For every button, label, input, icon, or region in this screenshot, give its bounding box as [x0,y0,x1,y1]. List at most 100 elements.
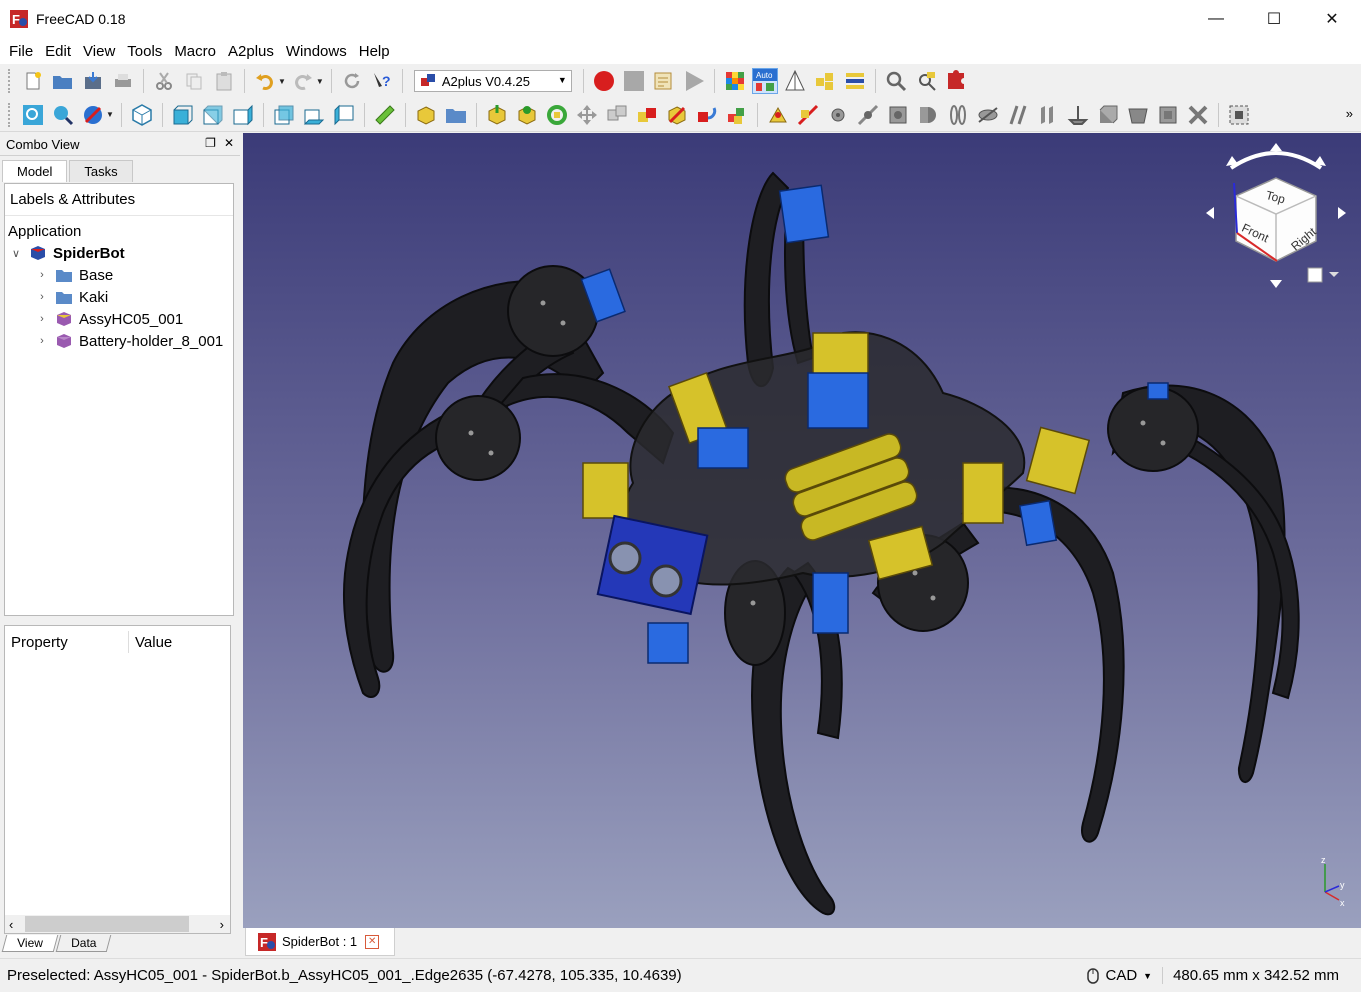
chevron-right-icon[interactable]: › [35,335,49,347]
auto-solve-toggle[interactable]: Auto [751,68,778,94]
menu-tools[interactable]: Tools [122,43,167,60]
draw-style-dropdown-arrow[interactable]: ▼ [106,110,114,119]
close-panel-icon[interactable]: ✕ [224,136,234,150]
tab-model[interactable]: Model [2,160,68,182]
a2p-tolerance-button[interactable] [782,68,808,94]
menu-a2plus[interactable]: A2plus [223,43,279,60]
spiderbot-model[interactable] [243,133,1361,928]
navigation-style-selector[interactable]: CAD ▼ [1087,967,1164,984]
view-right-button[interactable] [230,102,256,128]
a2p-point-on-plane-button[interactable] [825,102,851,128]
a2p-planes-parallel-button[interactable] [1035,102,1061,128]
tree-item-battery-holder[interactable]: › Battery-holder_8_001 [5,330,233,352]
menu-edit[interactable]: Edit [40,43,76,60]
menu-windows[interactable]: Windows [281,43,352,60]
view-left-button[interactable] [331,102,357,128]
macro-edit-button[interactable] [651,68,677,94]
document-tab-spiderbot[interactable]: F SpiderBot : 1 ✕ [245,928,395,956]
menu-view[interactable]: View [78,43,120,60]
minimize-button[interactable]: — [1187,0,1245,38]
arrow-up-icon[interactable] [1270,143,1282,151]
a2p-save-and-exit-button[interactable] [694,102,720,128]
fit-selection-button[interactable] [50,102,76,128]
view-menu-cube-icon[interactable] [1307,267,1323,283]
a2p-convert-part-button[interactable] [664,102,690,128]
tree-item-base[interactable]: › Base [5,264,233,286]
a2p-rubik-button[interactable] [722,68,748,94]
a2p-center-of-mass-button[interactable] [1125,102,1151,128]
arrow-right-icon[interactable] [1338,207,1346,219]
a2p-parts-list-button[interactable] [812,68,838,94]
a2p-constraint-viewer-button[interactable] [1226,102,1252,128]
a2p-delete-constraints-button[interactable] [1185,102,1211,128]
a2p-axis-plane-parallel-button[interactable] [975,102,1001,128]
a2p-inspect-button[interactable] [883,68,909,94]
paste-button[interactable] [211,68,237,94]
scrollbar-thumb[interactable] [25,916,189,932]
view-top-button[interactable] [200,102,226,128]
save-button[interactable] [80,68,106,94]
macro-stop-button[interactable] [621,68,647,94]
a2p-sphere-center-button[interactable] [855,102,881,128]
new-document-button[interactable] [20,68,46,94]
draw-style-button[interactable] [80,102,106,128]
a2p-angled-plane-button[interactable] [1095,102,1121,128]
fit-all-button[interactable] [20,102,46,128]
tab-view[interactable]: View [1,935,59,952]
a2p-angled-planes-button[interactable] [1005,102,1031,128]
macro-execute-button[interactable] [681,68,707,94]
redo-button[interactable] [290,68,316,94]
a2p-degrees-of-freedom-button[interactable] [913,68,939,94]
view-bottom-button[interactable] [301,102,327,128]
view-rear-button[interactable] [271,102,297,128]
tree-item-kaki[interactable]: › Kaki [5,286,233,308]
a2p-axial-alignment-button[interactable] [915,102,941,128]
a2p-move-part-button[interactable] [574,102,600,128]
a2p-point-on-line-button[interactable] [795,102,821,128]
a2p-import-part-button[interactable] [484,102,510,128]
a2p-flip-constraint-button[interactable] [1155,102,1181,128]
measure-distance-button[interactable] [372,102,398,128]
a2p-open-file-button[interactable] [443,102,469,128]
a2p-show-connected-button[interactable] [943,68,969,94]
scroll-right-icon[interactable]: › [220,917,224,932]
maximize-button[interactable]: ☐ [1245,0,1303,38]
workbench-selector[interactable]: A2plus V0.4.25 ▼ [413,70,572,92]
toolbar-overflow-icon[interactable]: » [1346,106,1353,121]
chevron-right-icon[interactable]: › [35,313,49,325]
a2p-recompute-button[interactable] [544,102,570,128]
print-button[interactable] [110,68,136,94]
a2p-edit-part-button[interactable] [634,102,660,128]
undo-button[interactable] [252,68,278,94]
menu-macro[interactable]: Macro [169,43,221,60]
redo-dropdown-arrow[interactable]: ▼ [316,77,324,86]
chevron-right-icon[interactable]: › [35,291,49,303]
close-button[interactable]: ✕ [1303,0,1361,38]
refresh-button[interactable] [339,68,365,94]
toolbar-grip[interactable] [8,69,12,93]
view-front-button[interactable] [170,102,196,128]
undock-icon[interactable]: ❐ [205,136,216,150]
undo-dropdown-arrow[interactable]: ▼ [278,77,286,86]
tab-tasks[interactable]: Tasks [69,160,133,182]
arrow-left-icon[interactable] [1206,207,1214,219]
a2p-axis-parallel-button[interactable] [945,102,971,128]
tree-document-row[interactable]: ∨ SpiderBot [5,242,233,264]
a2p-plane-coincident-button[interactable] [1065,102,1091,128]
view-isometric-button[interactable] [129,102,155,128]
macro-record-button[interactable] [591,68,617,94]
menu-help[interactable]: Help [354,43,395,60]
chevron-right-icon[interactable]: › [35,269,49,281]
scroll-left-icon[interactable]: ‹ [9,917,13,932]
a2p-duplicate-part-button[interactable] [604,102,630,128]
close-tab-icon[interactable]: ✕ [365,934,380,949]
open-button[interactable] [50,68,76,94]
tree-item-assyhc05[interactable]: › AssyHC05_001 [5,308,233,330]
horizontal-scrollbar[interactable]: ‹ › [5,915,230,933]
toolbar-grip[interactable] [8,102,12,127]
3d-viewport[interactable]: Top Front Right z x y [243,133,1361,928]
a2p-add-part-button[interactable] [413,102,439,128]
a2p-point-identity-button[interactable] [765,102,791,128]
cut-button[interactable] [151,68,177,94]
copy-button[interactable] [181,68,207,94]
